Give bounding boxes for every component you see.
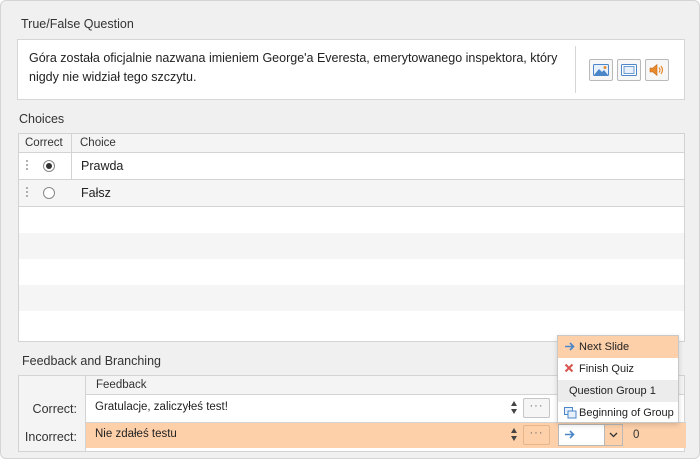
menu-item-beginning-of-group[interactable]: Beginning of Group: [558, 402, 678, 424]
video-icon: [621, 64, 637, 76]
choices-table: Correct Choice Prawda Fałsz: [18, 133, 685, 342]
correct-feedback-more-button[interactable]: ···: [523, 398, 550, 418]
insert-audio-button[interactable]: [645, 59, 669, 81]
column-header-correct: Correct: [25, 137, 63, 149]
feedback-section-title: Feedback and Branching: [22, 354, 161, 368]
incorrect-branch-select[interactable]: [558, 424, 623, 446]
menu-item-finish-quiz[interactable]: Finish Quiz: [558, 358, 678, 380]
incorrect-feedback-text[interactable]: Nie zdałeś testu: [95, 428, 177, 440]
incorrect-row-label: Incorrect:: [24, 430, 77, 444]
choices-section-title: Choices: [19, 112, 65, 126]
choice-row[interactable]: Prawda: [19, 153, 684, 180]
column-header-feedback: Feedback: [96, 379, 147, 391]
feedback-label-column: Correct: Incorrect:: [19, 376, 86, 451]
menu-item-question-group-1[interactable]: Question Group 1: [558, 380, 678, 402]
question-section-title: True/False Question: [21, 17, 134, 31]
insert-video-button[interactable]: [617, 59, 641, 81]
column-header-choice: Choice: [80, 137, 116, 149]
correct-feedback-input[interactable]: Gratulacje, zaliczyłeś test!: [87, 396, 523, 420]
insert-image-button[interactable]: [589, 59, 613, 81]
incorrect-score[interactable]: 0: [633, 429, 639, 441]
empty-row[interactable]: [19, 285, 684, 311]
choice-row[interactable]: Fałsz: [19, 180, 684, 207]
incorrect-feedback-more-button[interactable]: ···: [523, 425, 550, 445]
choice-label[interactable]: Prawda: [81, 159, 123, 173]
close-icon: [564, 363, 574, 373]
menu-item-next-slide[interactable]: Next Slide: [558, 336, 678, 358]
correct-radio[interactable]: [43, 187, 55, 199]
question-text-box[interactable]: Góra została oficjalnie nazwana imieniem…: [17, 39, 685, 100]
incorrect-feedback-input[interactable]: Nie zdałeś testu: [87, 423, 523, 447]
speaker-icon: [649, 63, 664, 77]
image-icon: [593, 64, 609, 76]
question-editor-panel: True/False Question Góra została oficjal…: [0, 0, 700, 459]
arrow-right-icon: [565, 430, 575, 439]
question-divider: [575, 46, 576, 93]
drag-handle-icon[interactable]: [26, 187, 29, 200]
empty-row[interactable]: [19, 233, 684, 259]
correct-feedback-text[interactable]: Gratulacje, zaliczyłeś test!: [95, 401, 228, 413]
choices-table-header: Correct Choice: [19, 134, 684, 153]
branch-dropdown-menu: Next Slide Finish Quiz Question Group 1 …: [557, 335, 679, 423]
group-icon: [564, 407, 577, 419]
choice-label[interactable]: Fałsz: [81, 186, 111, 200]
spinner-icon[interactable]: [509, 427, 519, 443]
correct-row-label: Correct:: [32, 402, 77, 416]
drag-handle-icon[interactable]: [26, 160, 29, 173]
arrow-right-icon: [565, 342, 575, 351]
correct-radio[interactable]: [43, 160, 55, 172]
chevron-down-icon[interactable]: [604, 425, 622, 445]
spinner-icon[interactable]: [509, 400, 519, 416]
question-text[interactable]: Góra została oficjalnie nazwana imieniem…: [29, 49, 569, 87]
